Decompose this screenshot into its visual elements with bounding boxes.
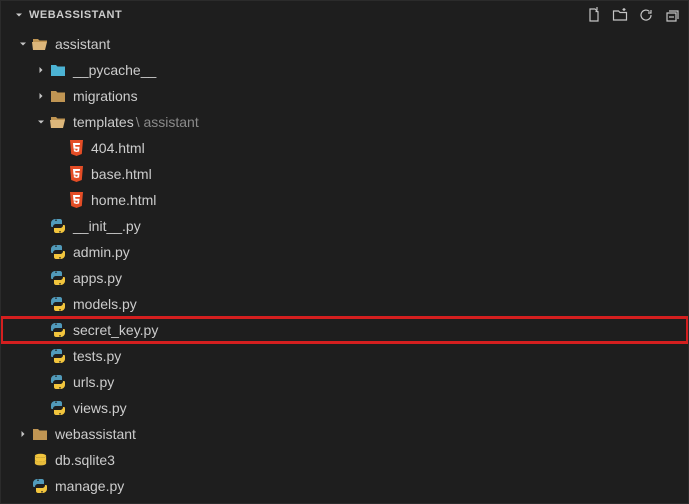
folder-migrations[interactable]: migrations: [1, 83, 688, 109]
html5-icon: [67, 140, 85, 156]
database-icon: [31, 453, 49, 468]
chevron-right-icon[interactable]: [15, 428, 31, 440]
file-apps-py[interactable]: apps.py: [1, 265, 688, 291]
tree-item-label: templates: [73, 114, 134, 130]
file-manage-py[interactable]: manage.py: [1, 473, 688, 499]
file-init-py[interactable]: __init__.py: [1, 213, 688, 239]
python-icon: [49, 218, 67, 234]
chevron-down-icon[interactable]: [15, 38, 31, 50]
collapse-all-icon[interactable]: [664, 7, 680, 23]
folder-open-icon: [31, 37, 49, 51]
file-home-html[interactable]: home.html: [1, 187, 688, 213]
tree-item-label: apps.py: [73, 270, 122, 286]
tree-item-label: manage.py: [55, 478, 124, 494]
folder-pycache[interactable]: __pycache__: [1, 57, 688, 83]
new-folder-icon[interactable]: [612, 7, 628, 23]
python-icon: [49, 322, 67, 338]
file-admin-py[interactable]: admin.py: [1, 239, 688, 265]
folder-icon: [49, 89, 67, 103]
python-icon: [31, 478, 49, 494]
new-file-icon[interactable]: [586, 7, 602, 23]
tree-item-label: secret_key.py: [73, 322, 158, 338]
folder-icon: [49, 63, 67, 77]
chevron-down-icon: [13, 9, 25, 21]
folder-assistant[interactable]: assistant: [1, 31, 688, 57]
explorer-title: WEBASSISTANT: [29, 9, 586, 21]
folder-templates[interactable]: templates \ assistant: [1, 109, 688, 135]
file-404-html[interactable]: 404.html: [1, 135, 688, 161]
python-icon: [49, 270, 67, 286]
tree-item-label: base.html: [91, 166, 152, 182]
tree-item-label: __init__.py: [73, 218, 141, 234]
folder-icon: [31, 427, 49, 441]
html5-icon: [67, 166, 85, 182]
python-icon: [49, 374, 67, 390]
tree-item-label: models.py: [73, 296, 137, 312]
file-base-html[interactable]: base.html: [1, 161, 688, 187]
python-icon: [49, 400, 67, 416]
file-secret-key-py[interactable]: secret_key.py: [1, 317, 688, 343]
python-icon: [49, 296, 67, 312]
tree-item-label: admin.py: [73, 244, 130, 260]
explorer-header[interactable]: WEBASSISTANT: [1, 1, 688, 29]
tree-item-label: webassistant: [55, 426, 136, 442]
folder-webassistant[interactable]: webassistant: [1, 421, 688, 447]
chevron-down-icon[interactable]: [33, 116, 49, 128]
tree-item-label: assistant: [55, 36, 110, 52]
tree-item-label: __pycache__: [73, 62, 156, 78]
python-icon: [49, 348, 67, 364]
tree-item-label: 404.html: [91, 140, 145, 156]
tree-item-label: urls.py: [73, 374, 114, 390]
file-tree: assistant __pycache__ migrations templates …: [1, 29, 688, 501]
file-views-py[interactable]: views.py: [1, 395, 688, 421]
file-urls-py[interactable]: urls.py: [1, 369, 688, 395]
tree-item-label: views.py: [73, 400, 127, 416]
file-models-py[interactable]: models.py: [1, 291, 688, 317]
chevron-right-icon[interactable]: [33, 64, 49, 76]
header-actions: [586, 7, 680, 23]
python-icon: [49, 244, 67, 260]
tree-item-label: tests.py: [73, 348, 121, 364]
tree-item-label: home.html: [91, 192, 156, 208]
tree-item-label: migrations: [73, 88, 138, 104]
refresh-icon[interactable]: [638, 7, 654, 23]
html5-icon: [67, 192, 85, 208]
folder-open-icon: [49, 115, 67, 129]
tree-item-suffix: \ assistant: [136, 114, 199, 130]
file-tests-py[interactable]: tests.py: [1, 343, 688, 369]
explorer-panel: WEBASSISTANT assistant __pycache__migrati…: [0, 0, 689, 504]
chevron-right-icon[interactable]: [33, 90, 49, 102]
file-db-sqlite3[interactable]: db.sqlite3: [1, 447, 688, 473]
tree-item-label: db.sqlite3: [55, 452, 115, 468]
